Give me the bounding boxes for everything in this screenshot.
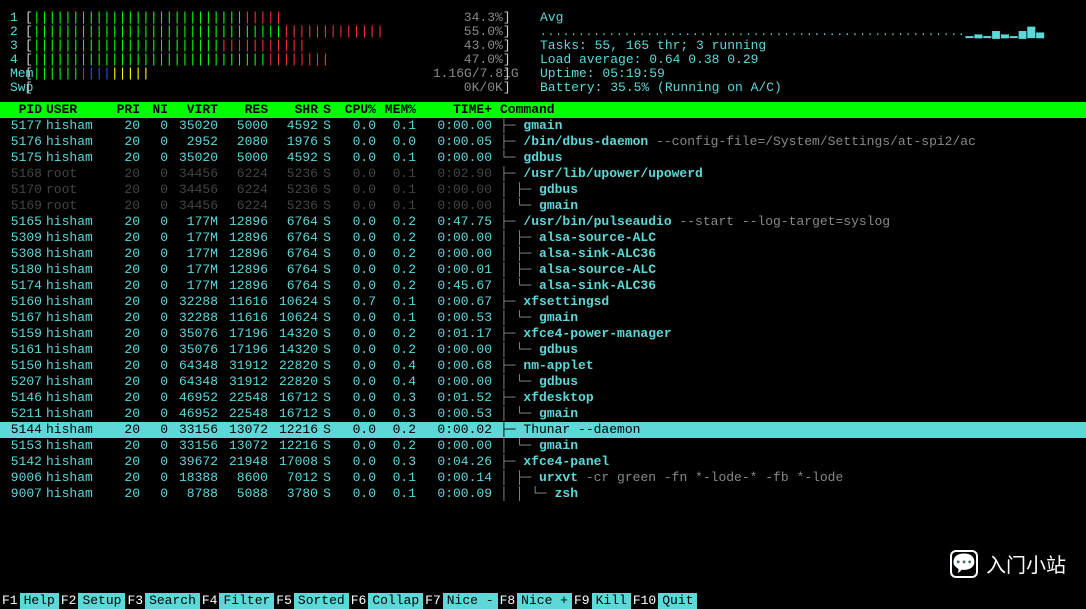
fkey-F7[interactable]: F7 — [423, 593, 443, 609]
load-info: Load average: 0.64 0.38 0.29 — [540, 52, 1076, 66]
flabel-sorted[interactable]: Sorted — [294, 593, 349, 609]
cpu-meter-1: 1[||||||||||||||||||||||||||||||||34.3%] — [10, 10, 520, 24]
flabel-nice +[interactable]: Nice + — [517, 593, 572, 609]
fkey-F3[interactable]: F3 — [125, 593, 145, 609]
process-row[interactable]: 5146hisham200469522254816712S0.00.30:01.… — [0, 390, 1086, 406]
flabel-setup[interactable]: Setup — [78, 593, 125, 609]
process-row[interactable]: 5309hisham200177M128966764S0.00.20:00.00… — [0, 230, 1086, 246]
flabel-search[interactable]: Search — [145, 593, 200, 609]
process-row[interactable]: 5211hisham200469522254816712S0.00.30:00.… — [0, 406, 1086, 422]
process-row[interactable]: 5150hisham200643483191222820S0.00.40:00.… — [0, 358, 1086, 374]
function-keys: F1HelpF2SetupF3SearchF4FilterF5SortedF6C… — [0, 593, 1086, 609]
cpu-meter-2: 2[||||||||||||||||||||||||||||||||||||||… — [10, 24, 520, 38]
process-row[interactable]: 5167hisham200322881161610624S0.00.10:00.… — [0, 310, 1086, 326]
fkey-F9[interactable]: F9 — [572, 593, 592, 609]
swap-meter: Swp [ 0K/0K ] — [10, 80, 520, 94]
process-row[interactable]: 5174hisham200177M128966764S0.00.20:45.67… — [0, 278, 1086, 294]
system-info: Avg ....................................… — [540, 10, 1076, 94]
wechat-icon: 💬 — [950, 550, 978, 578]
process-row[interactable]: 5207hisham200643483191222820S0.00.40:00.… — [0, 374, 1086, 390]
process-list[interactable]: 5177hisham2003502050004592S0.00.10:00.00… — [0, 118, 1086, 502]
avg-label: Avg — [540, 10, 1076, 24]
uptime-info: Uptime: 05:19:59 — [540, 66, 1076, 80]
fkey-F2[interactable]: F2 — [59, 593, 79, 609]
process-row[interactable]: 5308hisham200177M128966764S0.00.20:00.00… — [0, 246, 1086, 262]
flabel-quit[interactable]: Quit — [658, 593, 697, 609]
process-row[interactable]: 5144hisham200331561307212216S0.00.20:00.… — [0, 422, 1086, 438]
battery-info: Battery: 35.5% (Running on A/C) — [540, 80, 1076, 94]
flabel-filter[interactable]: Filter — [219, 593, 274, 609]
flabel-collap[interactable]: Collap — [368, 593, 423, 609]
process-row[interactable]: 5153hisham200331561307212216S0.00.20:00.… — [0, 438, 1086, 454]
watermark: 💬 入门小站 — [950, 549, 1066, 579]
process-row[interactable]: 5159hisham200350761719614320S0.00.20:01.… — [0, 326, 1086, 342]
fkey-F4[interactable]: F4 — [200, 593, 220, 609]
flabel-kill[interactable]: Kill — [592, 593, 631, 609]
process-row[interactable]: 9007hisham200878850883780S0.00.10:00.09│… — [0, 486, 1086, 502]
process-row[interactable]: 5180hisham200177M128966764S0.00.20:00.01… — [0, 262, 1086, 278]
process-row[interactable]: 5170root2003445662245236S0.00.10:00.00│ … — [0, 182, 1086, 198]
fkey-F6[interactable]: F6 — [349, 593, 369, 609]
process-row[interactable]: 5177hisham2003502050004592S0.00.10:00.00… — [0, 118, 1086, 134]
cpu-graph-icon: ........................................… — [540, 24, 1076, 38]
fkey-F10[interactable]: F10 — [631, 593, 658, 609]
process-row[interactable]: 5168root2003445662245236S0.00.10:02.90├─… — [0, 166, 1086, 182]
process-row[interactable]: 5175hisham2003502050004592S0.00.10:00.00… — [0, 150, 1086, 166]
fkey-F8[interactable]: F8 — [498, 593, 518, 609]
tasks-info: Tasks: 55, 165 thr; 3 running — [540, 38, 1076, 52]
fkey-F5[interactable]: F5 — [274, 593, 294, 609]
process-row[interactable]: 5160hisham200322881161610624S0.70.10:00.… — [0, 294, 1086, 310]
cpu-meters: 1[||||||||||||||||||||||||||||||||34.3%]… — [10, 10, 520, 94]
process-row[interactable]: 5169root2003445662245236S0.00.10:00.00│ … — [0, 198, 1086, 214]
column-headers[interactable]: PID USER PRI NI VIRT RES SHR S CPU% MEM%… — [0, 102, 1086, 118]
mem-meter: Mem [ ||||||||||||||| 1.16G/7.81G ] — [10, 66, 520, 80]
process-row[interactable]: 9006hisham2001838886007012S0.00.10:00.14… — [0, 470, 1086, 486]
process-row[interactable]: 5161hisham200350761719614320S0.00.20:00.… — [0, 342, 1086, 358]
flabel-nice -[interactable]: Nice - — [443, 593, 498, 609]
cpu-meter-3: 3[|||||||||||||||||||||||||||||||||||43.… — [10, 38, 520, 52]
meters-section: 1[||||||||||||||||||||||||||||||||34.3%]… — [0, 0, 1086, 94]
cpu-meter-4: 4[||||||||||||||||||||||||||||||||||||||… — [10, 52, 520, 66]
fkey-F1[interactable]: F1 — [0, 593, 20, 609]
process-row[interactable]: 5142hisham200396722194817008S0.00.30:04.… — [0, 454, 1086, 470]
process-row[interactable]: 5176hisham200295220801976S0.00.00:00.05 … — [0, 134, 1086, 150]
flabel-help[interactable]: Help — [20, 593, 59, 609]
process-row[interactable]: 5165hisham200177M128966764S0.00.20:47.75… — [0, 214, 1086, 230]
